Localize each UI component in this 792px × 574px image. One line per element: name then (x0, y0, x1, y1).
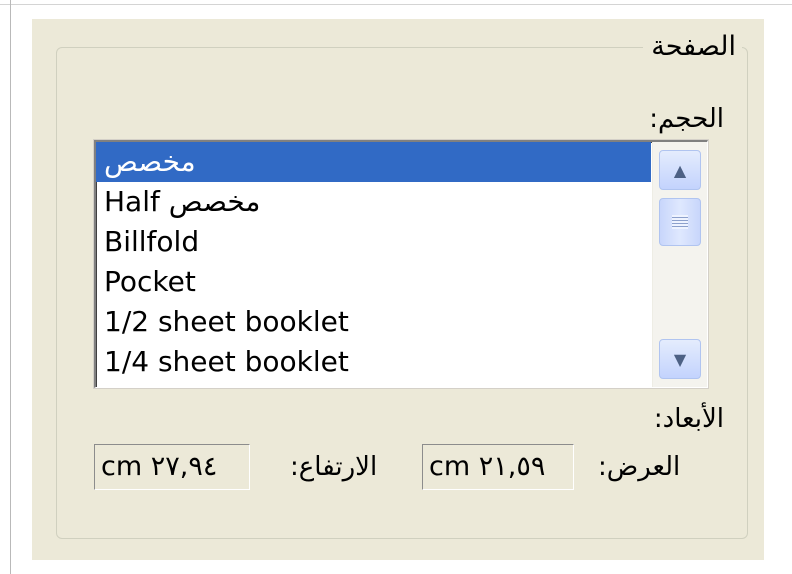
dimensions-label: الأبعاد: (653, 404, 724, 434)
scroll-down-button[interactable]: ▼ (659, 339, 701, 379)
height-field[interactable]: cm ٢٧,٩٤ (94, 444, 250, 490)
width-label: العرض: (598, 452, 681, 482)
list-item[interactable]: Billfold (96, 222, 651, 262)
chevron-up-icon: ▲ (673, 160, 687, 180)
scroll-thumb[interactable] (659, 198, 701, 246)
width-field[interactable]: cm ٢١,٥٩ (422, 444, 574, 490)
height-label: الارتفاع: (290, 452, 378, 482)
grip-icon (672, 215, 688, 229)
outer-divider-left (10, 0, 11, 574)
scroll-up-button[interactable]: ▲ (659, 150, 701, 190)
groupbox-title: الصفحة (643, 32, 742, 62)
list-item[interactable]: Pocket (96, 262, 651, 302)
size-label: الحجم: (649, 104, 724, 134)
size-listbox[interactable]: مخصص مخصص Half Billfold Pocket 1/2 sheet… (94, 140, 708, 388)
list-item[interactable]: 1/4 sheet booklet (96, 342, 651, 382)
outer-divider-top (0, 4, 792, 5)
vertical-scrollbar[interactable]: ▲ ▼ (652, 142, 707, 387)
size-list: مخصص مخصص Half Billfold Pocket 1/2 sheet… (96, 142, 651, 387)
list-item[interactable]: مخصص (96, 142, 651, 182)
list-item[interactable]: مخصص Half (96, 182, 651, 222)
chevron-down-icon: ▼ (673, 349, 687, 369)
list-item[interactable]: 1/2 sheet booklet (96, 302, 651, 342)
